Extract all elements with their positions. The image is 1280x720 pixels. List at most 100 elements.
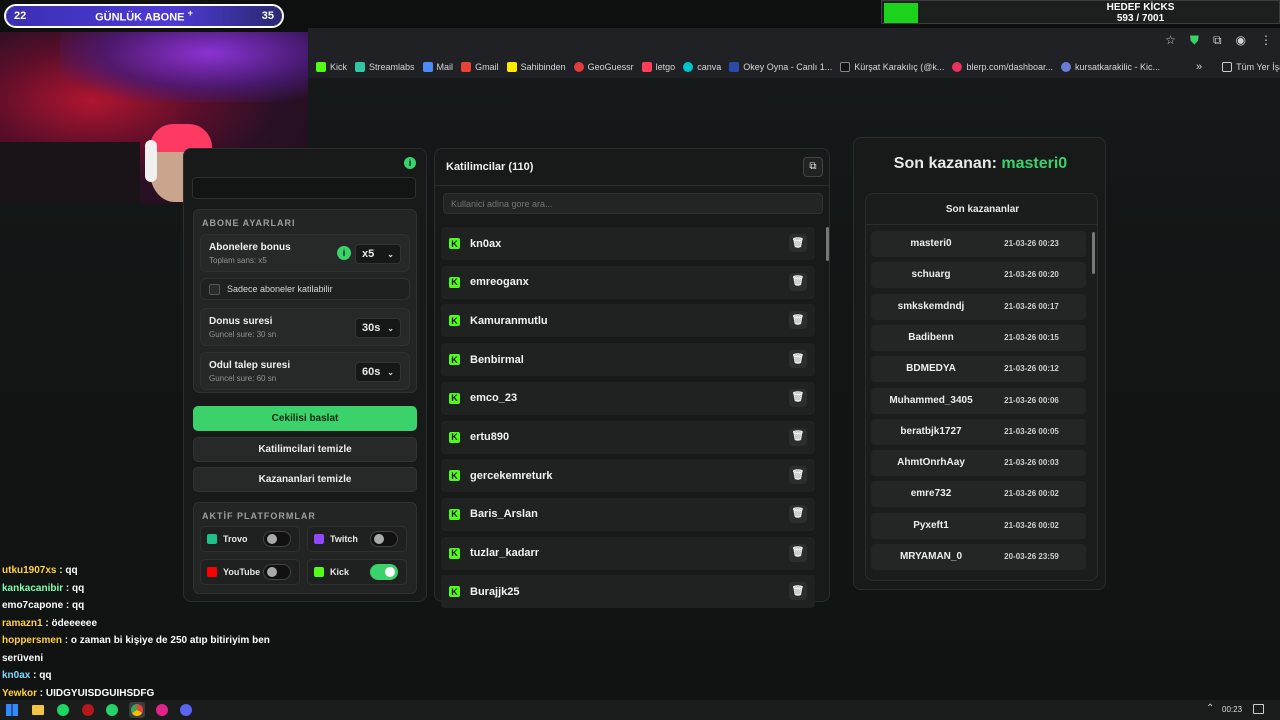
bookmarks-more-icon[interactable]: » <box>1196 61 1202 73</box>
participant-row[interactable]: Kemco_23 🗑 <box>441 381 815 415</box>
windows-start-icon[interactable] <box>6 704 18 716</box>
participant-row[interactable]: Kemreoganx 🗑 <box>441 265 815 299</box>
participant-row[interactable]: Ktuzlar_kadarr 🗑 <box>441 536 815 570</box>
winner-row: MRYAMAN_0 20-03-26 23:59 <box>871 544 1086 570</box>
bookmark-item[interactable]: Okey Oyna - Canlı 1... <box>729 62 832 72</box>
participant-row[interactable]: K Kamuranmutlu 🗑 <box>441 304 815 338</box>
bookmark-item[interactable]: blerp.com/dashboar... <box>952 62 1053 72</box>
app-red-icon[interactable] <box>82 704 94 716</box>
participant-row[interactable]: Kkn0ax 🗑 <box>441 227 815 260</box>
bookmark-item[interactable]: Kick <box>316 62 347 72</box>
settings-input[interactable] <box>192 177 416 199</box>
participant-row[interactable]: K Benbirmal 🗑 <box>441 343 815 377</box>
bookmark-item[interactable]: GeoGuessr <box>573 62 634 72</box>
bonus-select[interactable]: x5 ⌄ <box>355 244 401 264</box>
bookmark-item[interactable]: canva <box>683 62 721 72</box>
chrome-icon[interactable] <box>129 702 145 718</box>
geoguessr-icon <box>573 62 584 72</box>
chat-text: : UIDGYUISDGUIHSDFG <box>37 687 155 699</box>
participant-row[interactable]: K Baris_Arslan 🗑 <box>441 497 815 531</box>
bonus-row: Abonelere bonus Toplam sans: x5 i x5 ⌄ <box>200 234 410 272</box>
delete-icon[interactable]: 🗑 <box>789 427 807 446</box>
odul-select[interactable]: 60s ⌄ <box>355 362 401 382</box>
participant-name: Benbirmal <box>470 353 524 366</box>
taskbar-clock[interactable]: 00:23 <box>1222 705 1242 714</box>
trovo-toggle[interactable] <box>263 531 291 547</box>
twitch-toggle[interactable] <box>370 531 398 547</box>
participant-name: emco_23 <box>470 392 518 405</box>
bonus-info-icon[interactable]: i <box>337 246 351 260</box>
webcam-headset <box>145 140 157 182</box>
whatsapp-icon[interactable] <box>106 704 118 716</box>
bookmark-item[interactable]: kursatkarakilic - Kic... <box>1061 62 1160 72</box>
daily-subs-overlay: 22 GÜNLÜK ABONE + 35 <box>4 4 284 28</box>
winner-scrollbar[interactable] <box>1092 232 1095 274</box>
participant-row[interactable]: Kertu890 🗑 <box>441 420 815 454</box>
kick-icon: K <box>449 354 460 366</box>
winner-date: 21-03-26 00:05 <box>1004 426 1059 436</box>
delete-icon[interactable]: 🗑 <box>789 350 807 369</box>
kicks-goal-text: HEDEF KİCKS 593 / 7001 <box>1002 2 1279 24</box>
menu-kebab-icon[interactable]: ⋮ <box>1260 33 1272 48</box>
shield-extension-icon[interactable]: ⛊ <box>1190 33 1199 48</box>
start-raffle-button[interactable]: Cekilisi baslat <box>193 406 417 431</box>
winner-name: schuarg <box>911 269 951 281</box>
chevron-down-icon: ⌄ <box>387 249 394 259</box>
info-icon[interactable]: i <box>404 157 416 169</box>
bookmark-label: Streamlabs <box>369 62 415 72</box>
chevron-up-icon[interactable]: ⌃ <box>1206 703 1214 714</box>
delete-icon[interactable]: 🗑 <box>789 311 807 330</box>
delete-icon[interactable]: 🗑 <box>789 234 807 252</box>
bookmark-label: letgo <box>655 62 676 72</box>
odul-title: Odul talep suresi <box>209 360 291 371</box>
bookmark-item[interactable]: Sahibinden <box>506 62 566 72</box>
winner-name: emre732 <box>910 488 952 500</box>
donus-select[interactable]: 30s ⌄ <box>355 318 401 338</box>
bookmark-item[interactable]: Streamlabs <box>355 62 415 72</box>
divider <box>866 224 1097 225</box>
delete-icon[interactable]: 🗑 <box>789 582 807 601</box>
bookmark-star-icon[interactable]: ☆ <box>1165 33 1176 48</box>
file-explorer-icon[interactable] <box>32 705 44 715</box>
delete-icon[interactable]: 🗑 <box>789 466 807 485</box>
extensions-icon[interactable]: ⧉ <box>1213 33 1222 48</box>
delete-icon[interactable]: 🗑 <box>789 272 807 291</box>
delete-icon[interactable]: 🗑 <box>789 388 807 407</box>
bookmark-item[interactable]: Kürşat Karakılıç (@k... <box>840 62 944 72</box>
only-subs-checkbox[interactable] <box>209 284 220 295</box>
bookmark-label: Sahibinden <box>520 62 566 72</box>
only-subs-row[interactable]: Sadece aboneler katilabilir <box>200 278 410 300</box>
participant-row[interactable]: Kgercekemreturk 🗑 <box>441 459 815 493</box>
app-pink-icon[interactable] <box>156 704 168 716</box>
winner-row: smkskemdndj 21-03-26 00:17 <box>871 293 1086 320</box>
discord-icon[interactable] <box>180 704 192 716</box>
clear-participants-button[interactable]: Katilimcilari temizle <box>193 437 417 462</box>
donus-sub: Guncel sure: 30 sn <box>209 330 277 339</box>
platform-label: Kick <box>330 567 350 577</box>
kicks-goal-fill <box>884 3 918 23</box>
clear-winners-button[interactable]: Kazananlari temizle <box>193 467 417 492</box>
chevron-down-icon: ⌄ <box>387 367 394 377</box>
participant-row[interactable]: K Burajjk25 🗑 <box>441 575 815 609</box>
kick-icon: K <box>449 238 460 249</box>
copy-icon[interactable]: ⧉ <box>803 157 823 177</box>
odul-select-value: 60s <box>362 366 381 378</box>
kick-toggle[interactable] <box>370 564 398 580</box>
winner-date: 21-03-26 00:12 <box>1004 364 1059 374</box>
divider <box>435 185 829 186</box>
winner-row: Badibenn 21-03-26 00:15 <box>871 324 1086 351</box>
participant-scrollbar[interactable] <box>826 227 829 261</box>
profile-avatar-icon[interactable]: ◉ <box>1236 33 1246 48</box>
all-bookmarks-item[interactable]: Tüm Yer İşaretleri <box>1222 62 1280 72</box>
participant-search-input[interactable] <box>443 193 823 214</box>
bookmark-item[interactable]: letgo <box>641 62 676 72</box>
delete-icon[interactable]: 🗑 <box>789 504 807 523</box>
bookmark-item[interactable]: Mail <box>422 62 453 72</box>
spotify-icon[interactable] <box>57 704 69 716</box>
chat-message: kn0ax : qq <box>2 667 302 685</box>
winner-row: Pyxeft1 21-03-26 00:02 <box>871 512 1086 539</box>
bookmark-item[interactable]: Gmail <box>461 62 499 72</box>
winner-name: Muhammed_3405 <box>889 394 973 406</box>
delete-icon[interactable]: 🗑 <box>789 543 807 562</box>
notification-icon[interactable] <box>1253 704 1264 714</box>
